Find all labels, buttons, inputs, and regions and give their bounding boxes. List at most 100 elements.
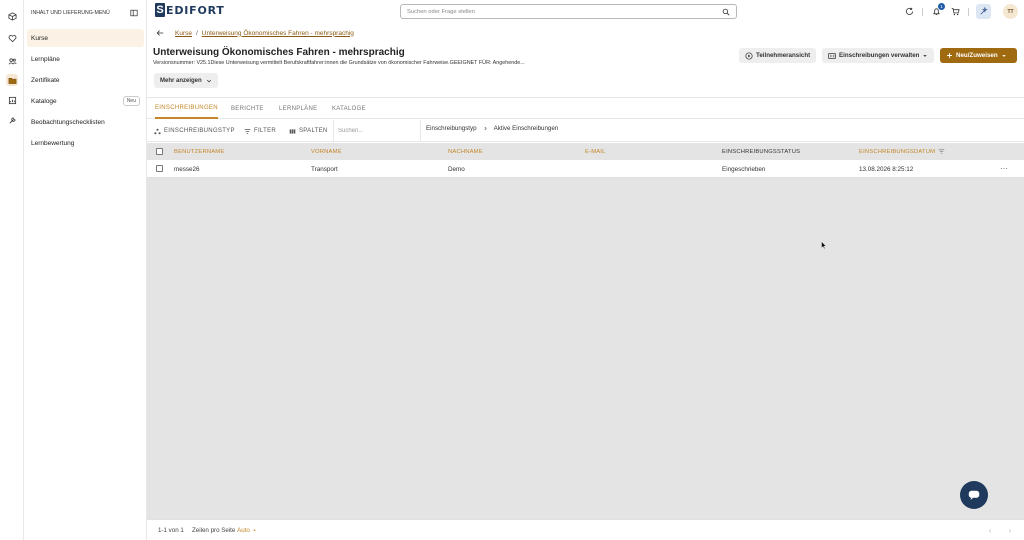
report-icon[interactable] bbox=[6, 94, 18, 106]
divider bbox=[922, 8, 923, 16]
menu-item-kataloge[interactable]: Kataloge Neu bbox=[27, 92, 144, 110]
page-title: Unterweisung Ökonomisches Fahren - mehrs… bbox=[153, 47, 405, 58]
chat-icon bbox=[968, 490, 980, 500]
table-row[interactable]: messe26 Transport Demo Eingeschrieben 13… bbox=[147, 160, 1024, 178]
menu-item-beobachtungschecklisten[interactable]: Beobachtungschecklisten bbox=[27, 113, 144, 131]
cube-icon[interactable] bbox=[6, 10, 18, 22]
menu-item-kurse[interactable]: Kurse bbox=[27, 29, 144, 47]
breadcrumb-link-course[interactable]: Unterweisung Ökonomisches Fahren - mehrs… bbox=[202, 30, 354, 37]
breadcrumb-link-kurse[interactable]: Kurse bbox=[175, 30, 192, 37]
menu-item-label: Kurse bbox=[31, 34, 48, 42]
filter-button[interactable]: FILTER bbox=[244, 125, 276, 137]
columns-button[interactable]: SPALTEN bbox=[289, 125, 328, 137]
menu-item-lernbewertung[interactable]: Lernbewertung bbox=[27, 134, 144, 152]
filter-label: FILTER bbox=[254, 128, 277, 134]
users-icon[interactable] bbox=[6, 55, 18, 67]
menu-item-label: Zertifikate bbox=[31, 76, 60, 84]
bell-icon[interactable]: 1 bbox=[931, 3, 945, 17]
tab-bar: EINSCHREIBUNGEN BERICHTE LERNPLÄNE KATAL… bbox=[147, 97, 1024, 119]
tab-berichte[interactable]: BERICHTE bbox=[231, 98, 264, 119]
side-menu-title: INHALT UND LIEFERUNG-MENÜ bbox=[31, 10, 110, 16]
table-header: BENUTZERNAME VORNAME NACHNAME E-MAIL EIN… bbox=[147, 143, 1024, 160]
table-search-input[interactable] bbox=[338, 127, 416, 134]
tab-einschreibungen[interactable]: EINSCHREIBUNGEN bbox=[155, 98, 218, 119]
search-icon[interactable] bbox=[721, 7, 730, 16]
chevron-down-icon bbox=[206, 79, 211, 82]
row-actions-icon[interactable]: ⋯ bbox=[999, 165, 1009, 173]
heart-icon[interactable] bbox=[6, 32, 18, 44]
global-search[interactable] bbox=[400, 4, 737, 19]
chevron-down-icon bbox=[1001, 54, 1006, 57]
column-header-status[interactable]: EINSCHREIBUNGSSTATUS bbox=[722, 143, 800, 160]
play-circle-icon bbox=[745, 51, 753, 60]
cart-icon[interactable] bbox=[950, 6, 961, 17]
cell-benutzername: messe26 bbox=[174, 165, 200, 173]
active-filter-chip[interactable]: Einschreibungstyp Aktive Einschreibungen bbox=[426, 125, 558, 132]
select-all-checkbox[interactable] bbox=[156, 148, 163, 155]
column-header-benutzername[interactable]: BENUTZERNAME bbox=[174, 143, 224, 160]
cell-datum: 13.08.2026 8:25:12 bbox=[859, 165, 914, 173]
notification-count-badge: 1 bbox=[938, 3, 945, 10]
tab-kataloge[interactable]: KATALOGE bbox=[332, 98, 366, 119]
participant-view-label: Teilnehmeransicht bbox=[756, 52, 811, 59]
global-search-input[interactable] bbox=[407, 8, 721, 15]
rows-per-page-value: Auto bbox=[237, 527, 250, 534]
menu-item-zertifikate[interactable]: Zertifikate bbox=[27, 71, 144, 89]
tools-icon[interactable] bbox=[6, 114, 18, 126]
id-card-icon bbox=[828, 52, 836, 59]
cell-vorname: Transport bbox=[311, 165, 338, 173]
column-header-nachname[interactable]: NACHNAME bbox=[448, 143, 483, 160]
column-header-vorname[interactable]: VORNAME bbox=[311, 143, 342, 160]
new-assign-label: Neu/Zuweisen bbox=[956, 52, 998, 59]
logo[interactable]: S EDIFORT bbox=[155, 3, 225, 17]
enrollment-type-button[interactable]: EINSCHREIBUNGSTYP bbox=[154, 125, 235, 137]
collapse-sidebar-icon[interactable] bbox=[129, 8, 139, 18]
sort-icon bbox=[938, 149, 945, 154]
rows-per-page: Zeilen pro Seite Auto bbox=[192, 527, 257, 534]
tab-lernplaene[interactable]: LERNPLÄNE bbox=[279, 98, 317, 119]
menu-item-lernplaene[interactable]: Lernpläne bbox=[27, 50, 144, 68]
previous-page-icon[interactable]: ‹ bbox=[985, 525, 995, 535]
chat-launcher-button[interactable] bbox=[960, 481, 988, 509]
menu-item-label: Lernbewertung bbox=[31, 139, 75, 147]
ai-assistant-icon[interactable] bbox=[976, 4, 991, 19]
divider bbox=[968, 8, 969, 16]
table-toolbar: EINSCHREIBUNGSTYP FILTER SPALTEN Einschr… bbox=[147, 120, 1024, 142]
column-header-email[interactable]: E-MAIL bbox=[585, 143, 606, 160]
show-more-label: Mehr anzeigen bbox=[160, 77, 202, 84]
top-bar: S EDIFORT 1 TT bbox=[147, 0, 1024, 24]
participant-view-button[interactable]: Teilnehmeransicht bbox=[739, 48, 817, 63]
manage-enrollments-label: Einschreibungen verwalten bbox=[839, 52, 920, 59]
icon-rail bbox=[0, 0, 24, 540]
cell-nachname: Demo bbox=[448, 165, 465, 173]
column-header-datum[interactable]: EINSCHREIBUNGSDATUM bbox=[859, 143, 945, 160]
side-menu: INHALT UND LIEFERUNG-MENÜ Kurse Lernplän… bbox=[24, 0, 147, 540]
avatar[interactable]: TT bbox=[1003, 4, 1018, 19]
pagination-range: 1-1 von 1 bbox=[158, 527, 184, 534]
menu-item-label: Beobachtungschecklisten bbox=[31, 118, 105, 126]
row-checkbox[interactable] bbox=[156, 165, 163, 172]
manage-enrollments-button[interactable]: Einschreibungen verwalten bbox=[822, 48, 935, 63]
table-footer: 1-1 von 1 Zeilen pro Seite Auto ‹ › bbox=[147, 519, 1024, 540]
rows-per-page-label: Zeilen pro Seite bbox=[192, 527, 236, 534]
logo-text: EDIFORT bbox=[166, 3, 225, 17]
cell-status: Eingeschrieben bbox=[722, 165, 766, 173]
table-search[interactable] bbox=[333, 120, 421, 141]
column-header-datum-label: EINSCHREIBUNGSDATUM bbox=[859, 148, 936, 155]
show-more-button[interactable]: Mehr anzeigen bbox=[154, 73, 218, 88]
back-arrow-icon[interactable] bbox=[155, 28, 165, 38]
plus-icon bbox=[947, 53, 952, 58]
new-badge: Neu bbox=[122, 96, 140, 106]
folder-icon[interactable] bbox=[6, 74, 18, 86]
table-empty-area bbox=[147, 178, 1024, 519]
rows-per-page-select[interactable]: Auto bbox=[237, 527, 257, 534]
side-menu-header: INHALT UND LIEFERUNG-MENÜ bbox=[24, 0, 146, 26]
filter-value: Aktive Einschreibungen bbox=[493, 125, 559, 132]
logo-mark: S bbox=[155, 3, 165, 17]
refresh-icon[interactable] bbox=[904, 6, 915, 17]
columns-label: SPALTEN bbox=[299, 128, 328, 134]
menu-item-label: Lernpläne bbox=[31, 55, 60, 63]
filter-icon bbox=[244, 128, 251, 134]
next-page-icon[interactable]: › bbox=[1005, 525, 1015, 535]
new-assign-button[interactable]: Neu/Zuweisen bbox=[940, 48, 1017, 63]
